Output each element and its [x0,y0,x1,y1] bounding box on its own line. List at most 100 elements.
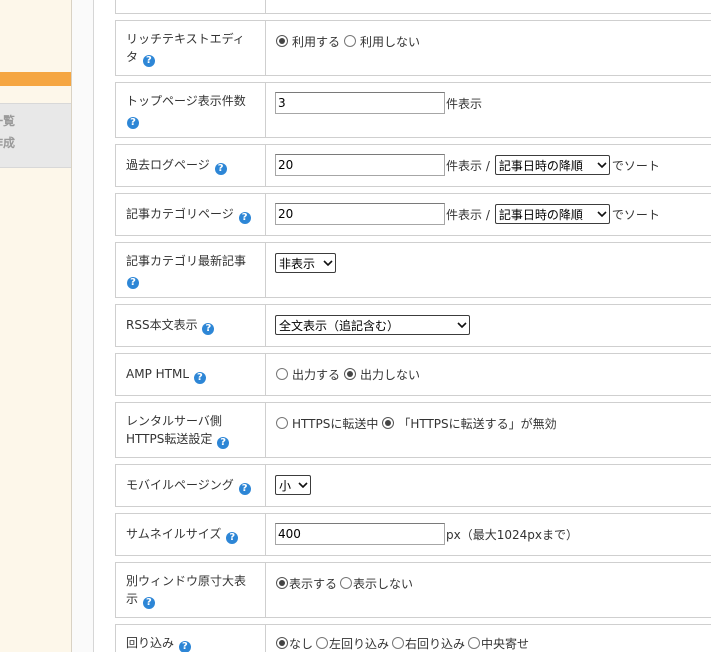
row-label: サムネイルサイズ [126,525,255,544]
row-value-cell: 全文表示（追記含む） [266,305,711,346]
top-page-count-input[interactable] [275,92,445,114]
help-icon[interactable] [127,116,139,129]
radio-option-no-output[interactable]: 出力しない [343,366,420,383]
row-label-cell: レンタルサーバ側HTTPS転送設定 [116,403,266,457]
select-value: 小 [279,478,292,493]
row-value-cell: 小 [266,465,711,506]
row-label: AMP HTML [126,365,255,384]
radio-label[interactable]: HTTPSに転送中 [292,415,378,432]
help-icon[interactable] [142,596,155,609]
radio-button[interactable] [340,577,353,589]
thumbnail-size-input[interactable] [275,523,445,545]
radio-label[interactable]: 右回り込み [405,635,465,652]
help-icon[interactable] [178,641,191,652]
help-icon[interactable] [127,276,139,289]
radio-option-none[interactable]: なし [275,635,313,652]
chevron-down-icon [457,322,467,328]
sidebar-accent-bar [0,72,71,86]
radio-label[interactable]: 左回り込み [329,635,389,652]
radio-button[interactable] [276,577,288,589]
select-value: 記事日時の降順 [498,207,583,222]
radio-label[interactable]: 表示する [289,575,337,592]
settings-row-mobile-paging: モバイルページング 小 [115,464,711,507]
row-label-cell: 記事カテゴリ最新記事 [116,243,266,297]
radio-label[interactable]: 利用しない [360,33,420,50]
radio-label[interactable]: なし [289,635,313,652]
sidebar-item-label[interactable]: 一覧 [0,110,15,132]
radio-button[interactable] [392,637,405,649]
radio-option-redirect-disabled[interactable]: 「HTTPSに転送する」が無効 [381,415,557,432]
radio-option-float-left[interactable]: 左回り込み [315,635,389,652]
radio-option-use[interactable]: 利用する [275,33,340,50]
radio-label[interactable]: 出力しない [360,366,420,383]
settings-row-top-page-count: トップページ表示件数 件表示 [115,82,711,138]
radio-label[interactable]: 出力する [292,366,340,383]
row-label: 記事カテゴリページ [126,205,255,224]
radio-button[interactable] [276,417,288,429]
settings-row-thumbnail-size: サムネイルサイズ px（最大1024pxまで） [115,513,711,556]
select-value: 全文表示（追記含む） [279,318,400,333]
archive-page-count-input[interactable] [275,154,445,176]
settings-row-category-latest: 記事カテゴリ最新記事 非表示 [115,242,711,298]
row-value-cell: HTTPSに転送中 「HTTPSに転送する」が無効 [266,403,711,457]
radio-option-hide[interactable]: 表示しない [339,575,413,592]
sidebar-item-label[interactable]: 作成 [0,132,15,154]
mobile-paging-select[interactable]: 小 [275,475,311,495]
chevron-down-icon [323,260,333,266]
row-label: 回り込み [126,634,255,652]
radio-option-output[interactable]: 出力する [275,366,340,383]
radio-label[interactable]: 表示しない [353,575,413,592]
radio-button[interactable] [382,417,395,429]
row-value-cell: px（最大1024pxまで） [266,514,711,555]
radio-option-center[interactable]: 中央寄せ [467,635,529,652]
help-icon[interactable] [238,483,251,495]
radio-button[interactable] [276,368,288,380]
help-icon[interactable] [238,212,251,224]
radio-option-not-use[interactable]: 利用しない [343,33,420,50]
radio-label[interactable]: 中央寄せ [481,635,529,652]
category-page-label: 記事カテゴリページ [126,207,234,221]
help-icon[interactable] [202,323,215,335]
radio-option-float-right[interactable]: 右回り込み [391,635,465,652]
rss-body-label: RSS本文表示 [126,318,198,332]
radio-button[interactable] [344,368,357,380]
row-label-cell: トップページ表示件数 [116,83,266,137]
radio-label[interactable]: 利用する [292,33,340,50]
sidebar-item-create[interactable]: 作成 [0,132,71,154]
select-value: 非表示 [279,256,316,271]
help-icon[interactable] [142,54,155,67]
settings-row-rss-body: RSS本文表示 全文表示（追記含む） [115,304,711,347]
help-icon[interactable] [214,163,227,175]
archive-sort-select[interactable]: 記事日時の降順 [494,155,610,175]
help-icon[interactable] [226,532,239,544]
mobile-paging-control: 小 [275,474,311,496]
category-sort-select[interactable]: 記事日時の降順 [494,204,610,224]
sort-suffix-text: でソート [611,158,660,173]
radio-button[interactable] [468,637,481,649]
radio-button[interactable] [276,35,288,47]
amp-html-radio-group: 出力する 出力しない [275,363,423,385]
sidebar-item-list[interactable]: 一覧 [0,110,71,132]
help-icon[interactable] [193,372,206,384]
radio-option-show[interactable]: 表示する [275,575,337,592]
radio-option-redirecting[interactable]: HTTPSに転送中 [275,415,378,432]
rss-body-select[interactable]: 全文表示（追記含む） [275,315,470,335]
blog-settings-table: リッチテキストエディタ 利用する 利用しない トップページ表示件数 件表 [115,0,711,652]
help-icon[interactable] [217,436,230,449]
category-page-count-input[interactable] [275,203,445,225]
row-label-cell: 過去ログページ [116,145,266,186]
category-latest-select[interactable]: 非表示 [275,253,336,273]
mobile-paging-label: モバイルページング [126,478,234,492]
select-value: 記事日時の降順 [498,158,583,173]
radio-button[interactable] [316,637,329,649]
sort-suffix-text: でソート [611,207,660,222]
row-label: トップページ表示件数 [126,92,255,129]
radio-button[interactable] [344,35,357,47]
radio-button[interactable] [276,637,288,649]
thumbnail-size-control: px（最大1024pxまで） [275,523,578,545]
text-wrap-radio-group: なし 左回り込み 右回り込み 中央寄せ [275,634,531,652]
row-label-cell: リッチテキストエディタ [116,21,266,75]
unit-text: 件表示 [446,96,483,111]
radio-label[interactable]: 「HTTPSに転送する」が無効 [398,415,556,432]
row-label-cell: モバイルページング [116,465,266,506]
